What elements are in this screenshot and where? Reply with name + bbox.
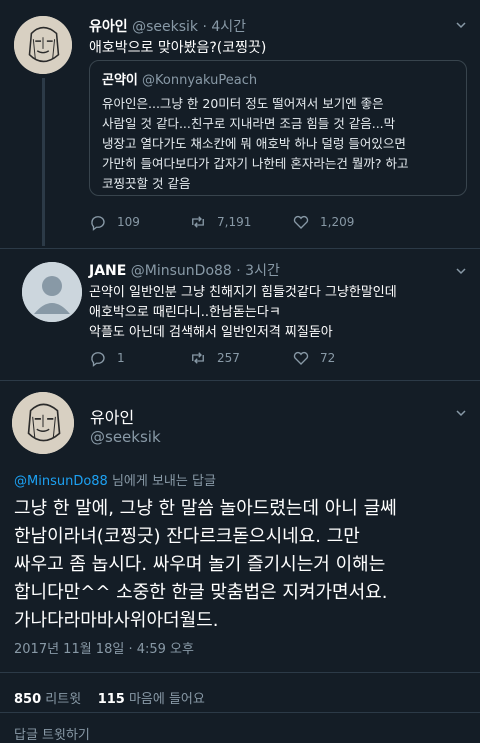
divider xyxy=(0,380,480,381)
retweet-total: 850 xyxy=(14,692,42,707)
reply-to: @MinsunDo88 님에게 보내는 답글 xyxy=(14,470,216,489)
tweet-text: 애호박으로 맞아봤음?(코찡끗) xyxy=(89,40,267,56)
tweet-line: 싸우고 좀 놉시다. 싸우며 놀기 즐기시는거 이해는 xyxy=(14,554,386,575)
tweet-line: 곤약이 일반인분 그냥 친해지기 힘들것같다 그냥한말인데 xyxy=(89,285,397,300)
quote-user-handle: @KonnyakuPeach xyxy=(142,73,258,88)
divider xyxy=(0,248,480,249)
tweet-line: 악플도 아닌데 검색해서 일반인저격 찌질돋아 xyxy=(89,325,333,340)
tweet-header: JANE @MinsunDo88 · 3시간 xyxy=(89,260,280,280)
quote-line: 사람일 것 같다...친구로 지내라면 조금 힘들 것 같음...막 xyxy=(102,116,396,131)
quote-line: 코찡끗할 것 같음 xyxy=(102,176,191,191)
quote-header: 곤약이 @KonnyakuPeach xyxy=(102,69,257,88)
user-handle[interactable]: @MinsunDo88 xyxy=(131,263,232,279)
retweet-button[interactable]: 257 xyxy=(189,349,240,367)
chevron-down-icon[interactable] xyxy=(456,266,466,276)
divider xyxy=(0,712,480,713)
reply-icon xyxy=(91,352,105,367)
quote-line: 유아인은...그냥 한 20미터 정도 떨어져서 보기엔 좋은 xyxy=(102,96,384,111)
chevron-down-icon[interactable] xyxy=(456,20,466,30)
user-name[interactable]: 유아인 xyxy=(89,19,128,35)
reply-button[interactable]: 109 xyxy=(89,213,140,231)
avatar[interactable] xyxy=(14,16,72,74)
quote-line: 냉장고 열다가도 채소칸에 뭐 애호박 하나 덜렁 들어있으면 xyxy=(102,136,406,151)
chevron-down-icon[interactable] xyxy=(456,408,466,418)
default-avatar-icon xyxy=(22,262,82,322)
face-sketch-icon xyxy=(14,16,72,74)
reply-button[interactable]: 1 xyxy=(89,349,125,367)
like-count: 1,209 xyxy=(320,215,355,229)
retweet-icon xyxy=(192,216,204,228)
reply-icon xyxy=(91,216,105,231)
tweet-stats: 850 리트윗 115 마음에 들어요 xyxy=(14,688,205,707)
quoted-tweet[interactable]: 곤약이 @KonnyakuPeach 유아인은...그냥 한 20미터 정도 떨… xyxy=(89,60,467,196)
user-handle[interactable]: @seeksik xyxy=(132,19,198,35)
tweet-line: 가나다라마바사위아더월드. xyxy=(14,610,219,631)
retweet-stat[interactable]: 850 리트윗 xyxy=(14,692,81,707)
divider xyxy=(0,672,480,673)
avatar[interactable] xyxy=(12,392,74,454)
retweet-count: 257 xyxy=(217,351,240,365)
user-name[interactable]: 유아인 xyxy=(90,404,134,428)
tweet-line: 합니다만^^ 소중한 한글 맞춤법은 지켜가면서요. xyxy=(14,582,388,603)
reply-count: 1 xyxy=(117,351,125,365)
tweet-line: 그냥 한 말에, 그냥 한 말씀 놀아드렸는데 아니 글쎄 xyxy=(14,498,397,519)
reply-count: 109 xyxy=(117,215,140,229)
retweet-button[interactable]: 7,191 xyxy=(189,213,251,231)
like-button[interactable]: 1,209 xyxy=(292,213,354,231)
user-handle[interactable]: @seeksik xyxy=(90,428,161,446)
tweet-seeksik[interactable]: 유아인 @seeksik · 4시간 애호박으로 맞아봤음?(코찡끗) 곤약이 … xyxy=(0,0,480,248)
tweet-time[interactable]: · 3시간 xyxy=(236,263,280,279)
like-button[interactable]: 72 xyxy=(292,349,335,367)
avatar[interactable] xyxy=(22,262,82,322)
retweet-count: 7,191 xyxy=(217,215,252,229)
thread-line xyxy=(42,78,45,246)
quote-user-name: 곤약이 xyxy=(102,73,138,88)
heart-icon xyxy=(293,215,309,229)
retweet-icon xyxy=(192,352,204,364)
tweet-line: 애호박으로 때린다니..한남돋는다ㅋ xyxy=(89,305,281,320)
like-stat-label: 마음에 들어요 xyxy=(124,692,205,707)
heart-icon xyxy=(293,351,309,365)
like-stat[interactable]: 115 마음에 들어요 xyxy=(98,692,205,707)
reply-to-handle[interactable]: @MinsunDo88 xyxy=(14,474,108,489)
reply-compose-hint[interactable]: 답글 트윗하기 xyxy=(14,724,90,743)
tweet-actions: 1 257 72 xyxy=(89,349,469,369)
quote-line: 가만히 들여다보다가 갑자기 나한테 혼자라는건 뭘까? 하고 xyxy=(102,156,409,171)
face-sketch-icon xyxy=(12,392,74,454)
tweet-actions: 109 7,191 1,209 xyxy=(89,213,469,233)
tweet-time[interactable]: · 4시간 xyxy=(202,19,246,35)
retweet-stat-label: 리트윗 xyxy=(41,692,82,707)
like-count: 72 xyxy=(320,351,336,365)
reply-to-label: 님에게 보내는 답글 xyxy=(107,474,216,489)
tweet-line: 한남이라녀(코찡긋) 잔다르크돋으시네요. 그만 xyxy=(14,526,360,547)
tweet-timestamp[interactable]: 2017년 11월 18일 · 4:59 오후 xyxy=(14,638,194,657)
tweet-header: 유아인 @seeksik · 4시간 xyxy=(89,16,246,36)
like-total: 115 xyxy=(97,692,125,707)
user-name[interactable]: JANE xyxy=(89,263,126,279)
